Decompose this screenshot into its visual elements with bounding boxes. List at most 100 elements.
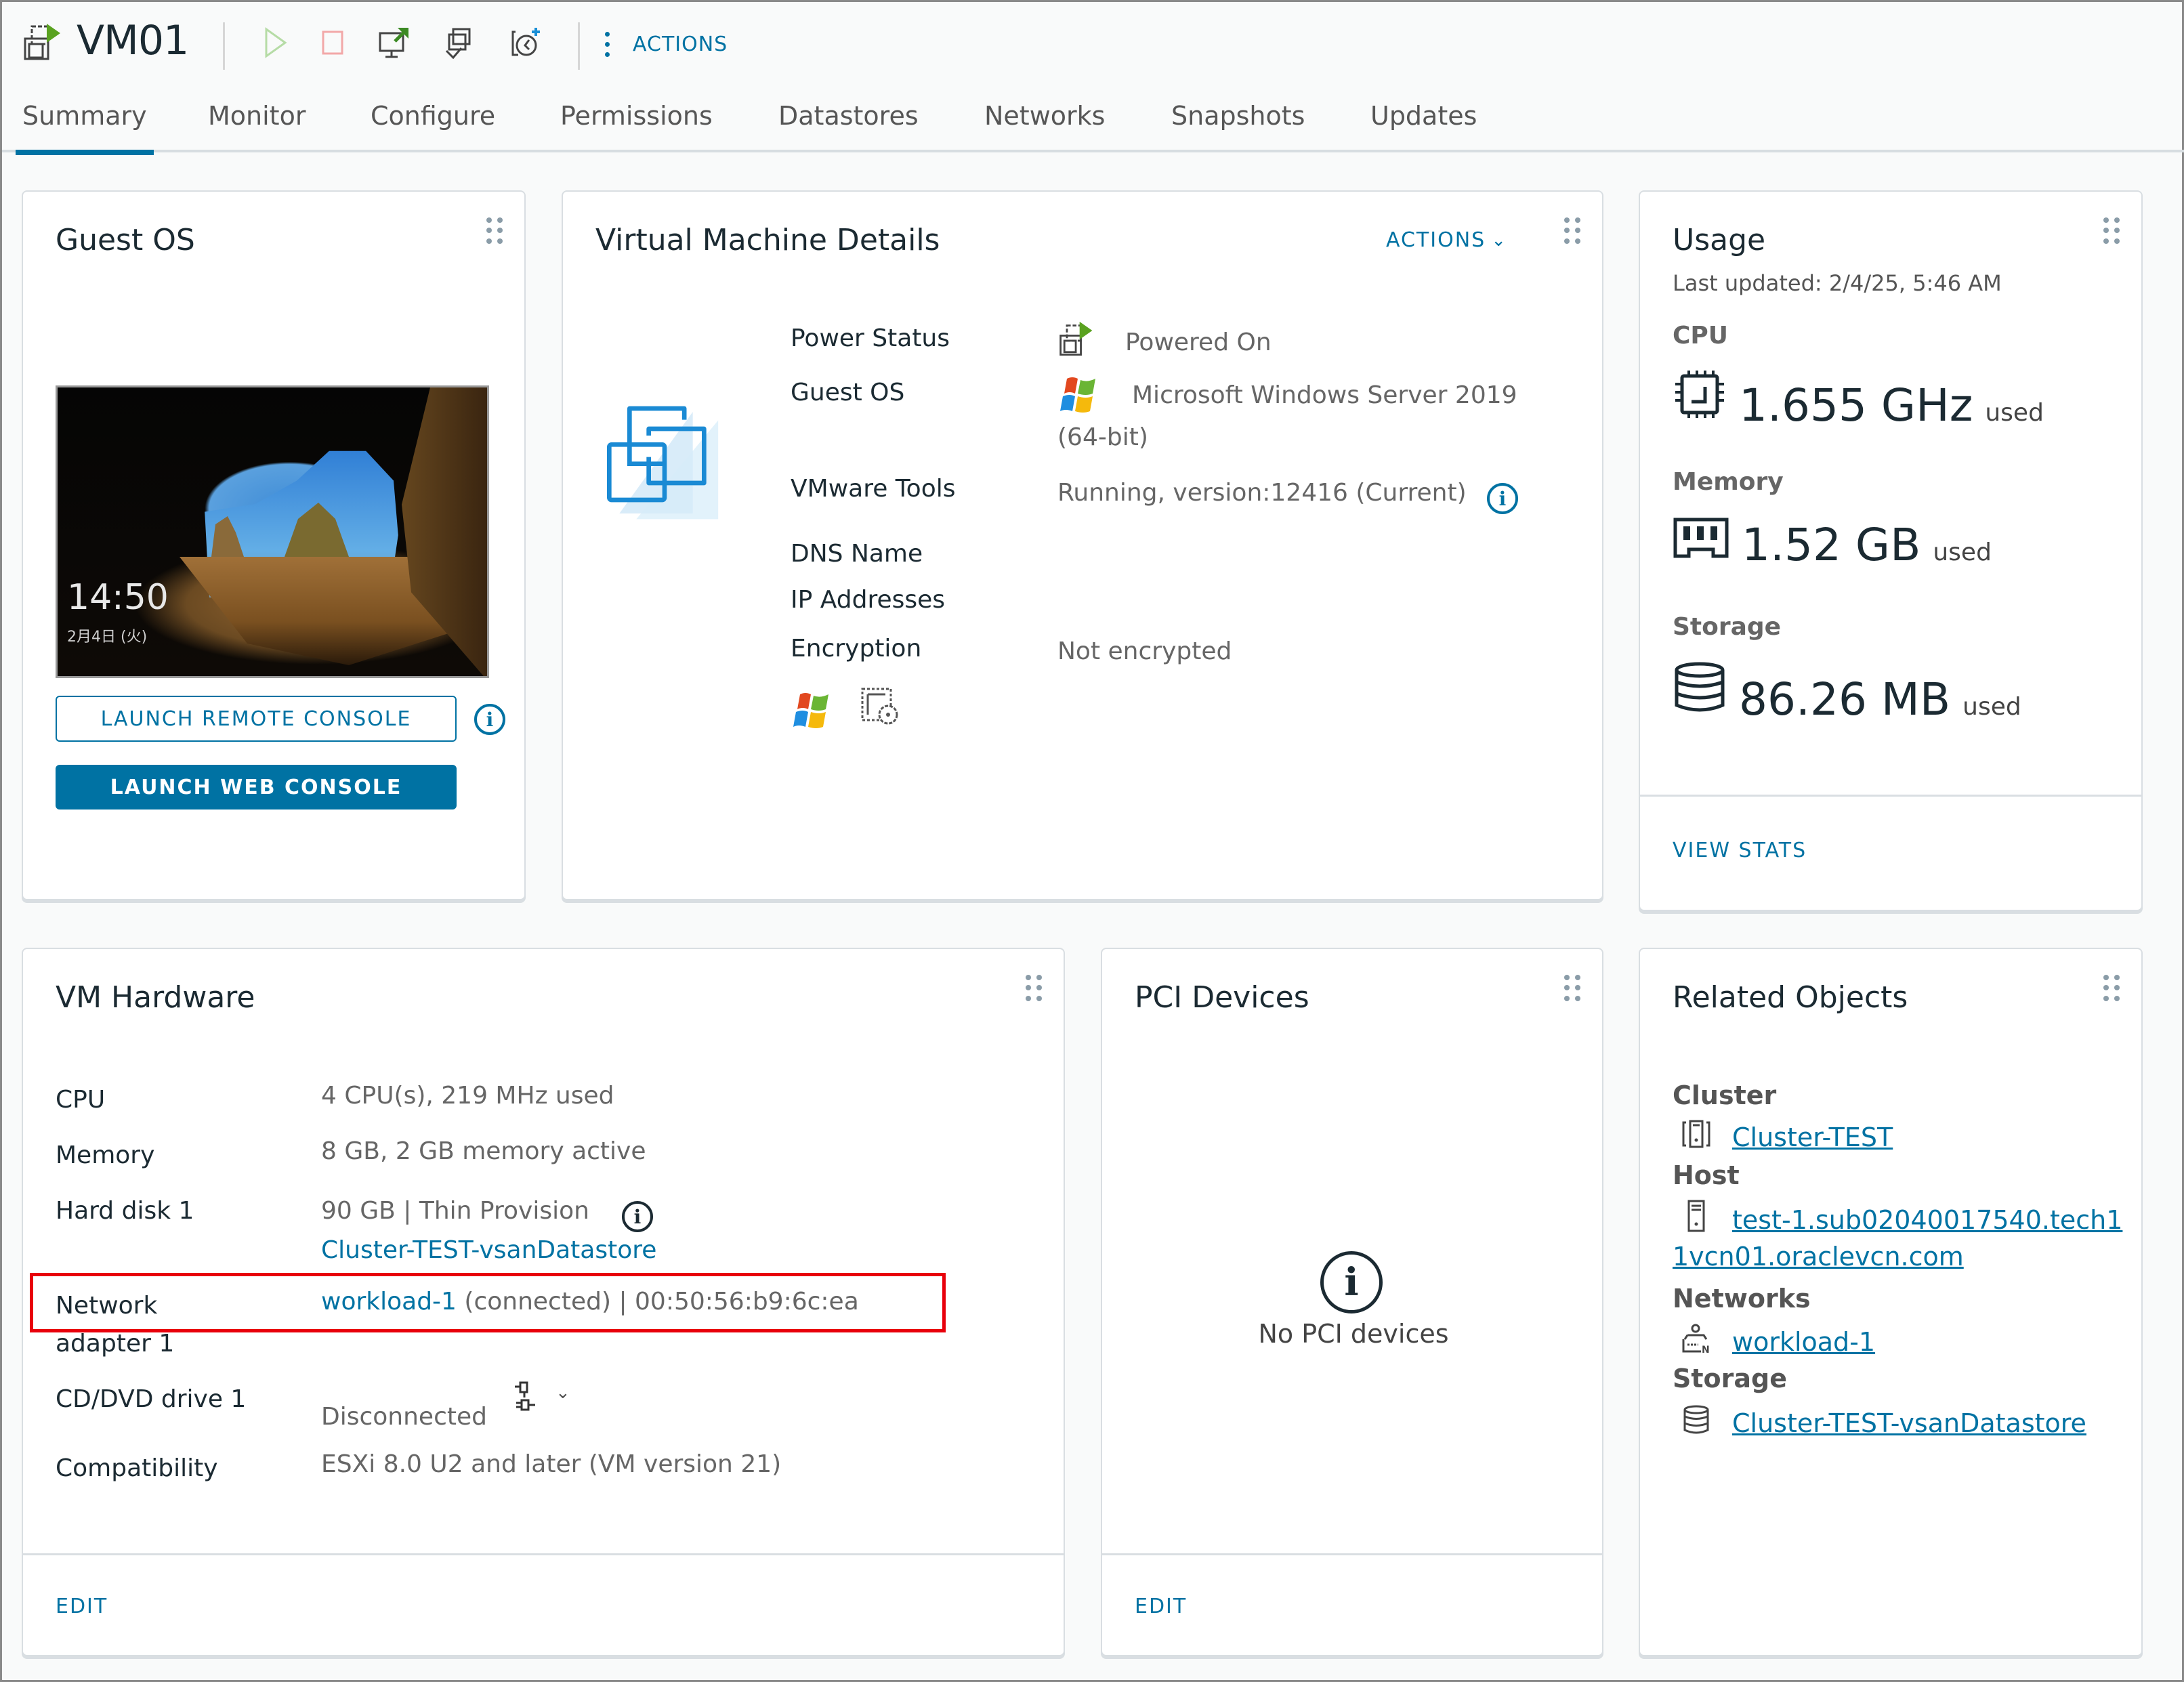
info-icon[interactable]: i: [1487, 483, 1518, 514]
console-thumbnail[interactable]: 14:50 2月4日 (火): [56, 385, 489, 678]
hw-cpu-label: CPU: [56, 1086, 105, 1114]
tab-permissions[interactable]: Permissions: [560, 101, 713, 152]
card-title: PCI Devices: [1135, 980, 1309, 1015]
hw-network-label: Network: [56, 1292, 157, 1320]
card-title: Virtual Machine Details: [595, 223, 940, 257]
actions-label: ACTIONS: [1386, 228, 1486, 252]
card-title: Guest OS: [56, 223, 195, 257]
power-off-icon[interactable]: [315, 25, 350, 60]
host-link-continued[interactable]: 1vcn01.oraclevcn.com: [1673, 1242, 1964, 1271]
cluster-item: Cluster-TEST: [1681, 1118, 1893, 1156]
host-label: Host: [1673, 1160, 1740, 1190]
drag-handle-icon[interactable]: [2103, 975, 2121, 1002]
hw-network-label-line2: adapter 1: [56, 1330, 174, 1358]
cluster-link[interactable]: Cluster-TEST: [1732, 1122, 1893, 1152]
vmware-tools-value: Running, version:12416 (Current): [1057, 479, 1467, 507]
info-icon[interactable]: i: [622, 1201, 653, 1232]
datastore-icon: [1681, 1404, 1712, 1442]
info-icon[interactable]: i: [474, 704, 505, 735]
vm-details-card: Virtual Machine Details ACTIONS ⌄ Power …: [562, 190, 1603, 900]
virtual-machine-icon: [597, 395, 732, 530]
memory-usage: 1.52 GB used: [1673, 516, 1992, 571]
launch-remote-console-button[interactable]: LAUNCH REMOTE CONSOLE: [56, 696, 457, 742]
datastore-link[interactable]: Cluster-TEST-vsanDatastore: [1732, 1408, 2086, 1438]
host-link[interactable]: test-1.sub02040017540.tech1: [1732, 1205, 2122, 1235]
drag-handle-icon[interactable]: [486, 217, 504, 245]
hw-hard-disk-value: 90 GB | Thin Provision: [321, 1197, 589, 1225]
tab-snapshots[interactable]: Snapshots: [1171, 101, 1305, 152]
networks-label: Networks: [1673, 1284, 1811, 1313]
guest-os-card: Guest OS 14:50 2月4日 (火) LAUNCH REMOTE CO…: [22, 190, 526, 900]
encryption-value: Not encrypted: [1057, 637, 1232, 665]
tab-updates[interactable]: Updates: [1370, 101, 1477, 152]
networks-item: N workload-1: [1681, 1323, 1875, 1360]
hw-hard-disk-label: Hard disk 1: [56, 1197, 194, 1225]
view-stats-button[interactable]: VIEW STATS: [1673, 839, 1807, 862]
drag-handle-icon[interactable]: [2103, 217, 2121, 245]
windows-logo-icon: [1057, 375, 1102, 419]
hw-compatibility-label: Compatibility: [56, 1454, 218, 1482]
network-icon: N: [1681, 1323, 1712, 1360]
hw-network-value: workload-1 (connected) | 00:50:56:b9:6c:…: [321, 1288, 859, 1316]
thumbnail-clock: 14:50: [67, 577, 169, 618]
kebab-icon: [605, 32, 610, 57]
toolbar-divider: [578, 22, 580, 70]
actions-menu-button[interactable]: ACTIONS: [605, 25, 728, 63]
drag-handle-icon[interactable]: [1564, 975, 1582, 1002]
storage-label: Storage: [1673, 613, 1781, 641]
cluster-label: Cluster: [1673, 1080, 1776, 1110]
no-pci-devices-message: No PCI devices: [1102, 1319, 1605, 1349]
tab-datastores[interactable]: Datastores: [778, 101, 919, 152]
chevron-down-icon: ⌄: [1491, 230, 1507, 251]
hw-memory-value: 8 GB, 2 GB memory active: [321, 1137, 646, 1165]
hw-cd-dvd-value: Disconnected: [321, 1403, 487, 1431]
storage-item: Cluster-TEST-vsanDatastore: [1681, 1404, 2086, 1442]
drag-handle-icon[interactable]: [1026, 975, 1043, 1002]
tab-configure[interactable]: Configure: [371, 101, 495, 152]
chevron-down-icon[interactable]: ⌄: [555, 1383, 570, 1403]
card-title: Usage: [1673, 223, 1765, 257]
vmware-tools-icon: [858, 685, 903, 732]
storage-usage: 86.26 MB used: [1673, 660, 2021, 726]
edit-button[interactable]: EDIT: [56, 1595, 108, 1618]
tab-summary[interactable]: Summary: [22, 101, 147, 152]
related-objects-card: Related Objects Cluster Cluster-TEST Hos…: [1639, 948, 2143, 1656]
hw-hard-disk-datastore-link[interactable]: Cluster-TEST-vsanDatastore: [321, 1236, 656, 1264]
network-link[interactable]: workload-1: [1732, 1327, 1875, 1357]
dns-name-label: DNS Name: [791, 540, 923, 568]
memory-unit: used: [1933, 539, 1992, 566]
launch-console-icon[interactable]: [376, 25, 411, 60]
vm-hardware-card: VM Hardware CPU 4 CPU(s), 219 MHz used M…: [22, 948, 1065, 1656]
drag-handle-icon[interactable]: [1564, 217, 1582, 245]
card-title: VM Hardware: [56, 980, 255, 1015]
memory-label: Memory: [1673, 468, 1784, 496]
vm-powered-on-icon: [22, 22, 62, 64]
storage-value: 86.26 MB: [1739, 673, 1950, 726]
migrate-icon[interactable]: [442, 25, 478, 60]
guest-os-value: Microsoft Windows Server 2019: [1132, 381, 1517, 409]
host-icon: [1681, 1200, 1712, 1240]
thumbnail-date: 2月4日 (火): [67, 625, 147, 646]
vm-title: VM01: [77, 17, 188, 64]
cpu-icon: [1673, 369, 1727, 423]
edit-button[interactable]: EDIT: [1135, 1595, 1187, 1618]
toolbar-divider: [223, 22, 225, 70]
tab-networks[interactable]: Networks: [984, 101, 1105, 152]
tab-monitor[interactable]: Monitor: [208, 101, 306, 152]
info-icon: i: [1320, 1251, 1383, 1313]
vm-details-actions-button[interactable]: ACTIONS ⌄: [1386, 228, 1507, 252]
encryption-label: Encryption: [791, 635, 921, 663]
powered-on-icon: [1057, 320, 1095, 362]
snapshot-icon[interactable]: [509, 25, 544, 60]
launch-web-console-button[interactable]: LAUNCH WEB CONSOLE: [56, 765, 457, 810]
memory-icon: [1673, 516, 1729, 563]
cpu-usage: 1.655 GHz used: [1673, 369, 2044, 432]
hw-memory-label: Memory: [56, 1141, 154, 1169]
windows-logo-icon: [791, 690, 835, 735]
card-footer: EDIT: [23, 1553, 1064, 1655]
power-on-icon[interactable]: [258, 25, 293, 60]
disconnected-plug-icon[interactable]: [511, 1380, 551, 1423]
network-link[interactable]: workload-1: [321, 1288, 457, 1316]
vmware-tools-label: VMware Tools: [791, 475, 955, 503]
tab-bar: Summary Monitor Configure Permissions Da…: [2, 97, 2184, 152]
